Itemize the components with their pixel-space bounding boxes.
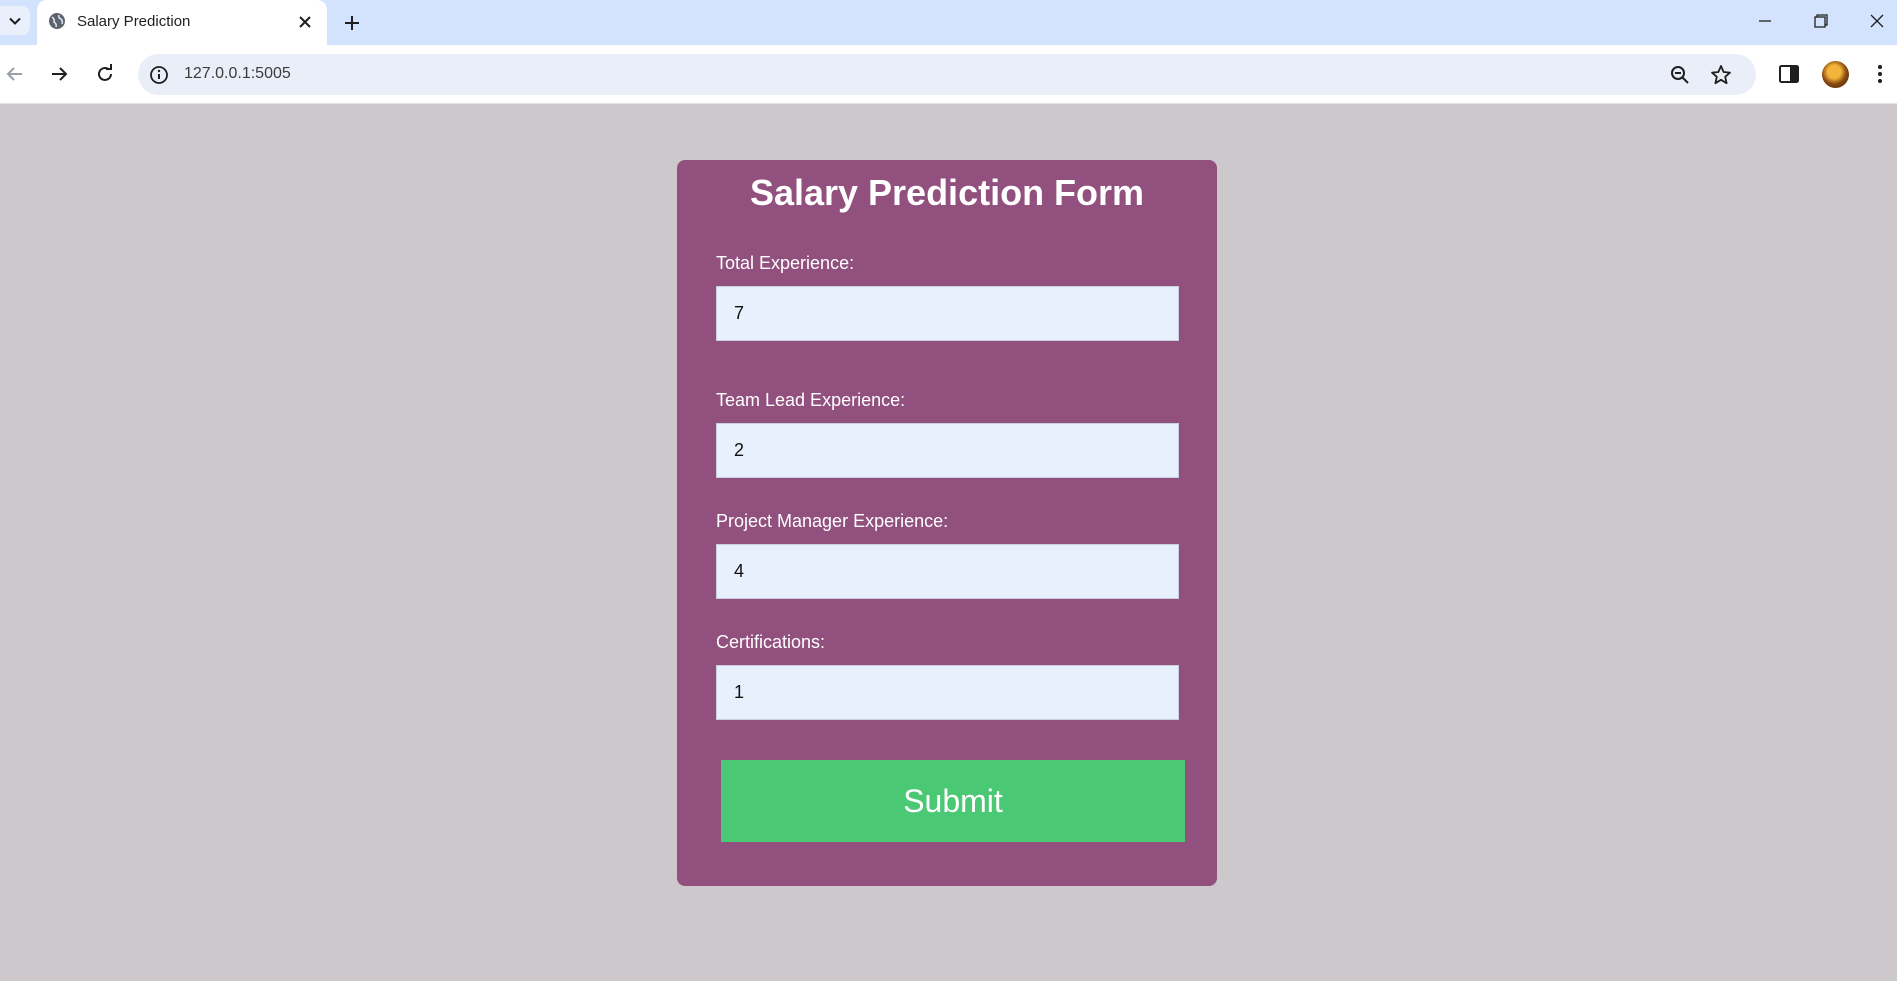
info-icon[interactable] [148, 64, 170, 86]
restore-icon[interactable] [1807, 10, 1833, 32]
total-experience-input[interactable] [716, 286, 1179, 341]
globe-icon [49, 13, 65, 29]
team-lead-experience-input[interactable] [716, 423, 1179, 478]
salary-prediction-form: Salary Prediction Form Total Experience:… [677, 160, 1217, 886]
forward-arrow-icon[interactable] [46, 61, 72, 87]
tab-search-button[interactable] [0, 6, 30, 35]
submit-button[interactable]: Submit [721, 760, 1185, 842]
zoom-icon[interactable] [1668, 63, 1692, 87]
close-window-icon[interactable] [1864, 10, 1890, 32]
certifications-label: Certifications: [716, 632, 826, 652]
back-arrow-icon[interactable] [2, 61, 28, 87]
certifications-input[interactable] [716, 665, 1179, 720]
url-text[interactable]: 127.0.0.1:5005 [184, 65, 291, 83]
browser-toolbar: 127.0.0.1:5005 [0, 45, 1897, 104]
new-tab-icon[interactable] [339, 10, 365, 36]
side-panel-icon[interactable] [1776, 61, 1802, 87]
browser-tab-strip: Salary Prediction [0, 0, 1897, 45]
project-manager-experience-input[interactable] [716, 544, 1179, 599]
chevron-down-icon [9, 17, 21, 25]
reload-icon[interactable] [92, 61, 118, 87]
avatar[interactable] [1822, 61, 1849, 88]
form-title: Salary Prediction Form [749, 172, 1145, 213]
star-icon[interactable] [1709, 63, 1733, 87]
tab-title: Salary Prediction [77, 13, 191, 30]
close-tab-icon[interactable] [295, 12, 315, 32]
browser-tab[interactable]: Salary Prediction [37, 0, 327, 45]
kebab-menu-icon[interactable] [1867, 61, 1893, 87]
minimize-icon[interactable] [1752, 10, 1778, 32]
project-manager-experience-label: Project Manager Experience: [716, 511, 949, 531]
address-bar[interactable]: 127.0.0.1:5005 [138, 54, 1756, 95]
team-lead-experience-label: Team Lead Experience: [716, 390, 906, 410]
total-experience-label: Total Experience: [716, 253, 855, 273]
